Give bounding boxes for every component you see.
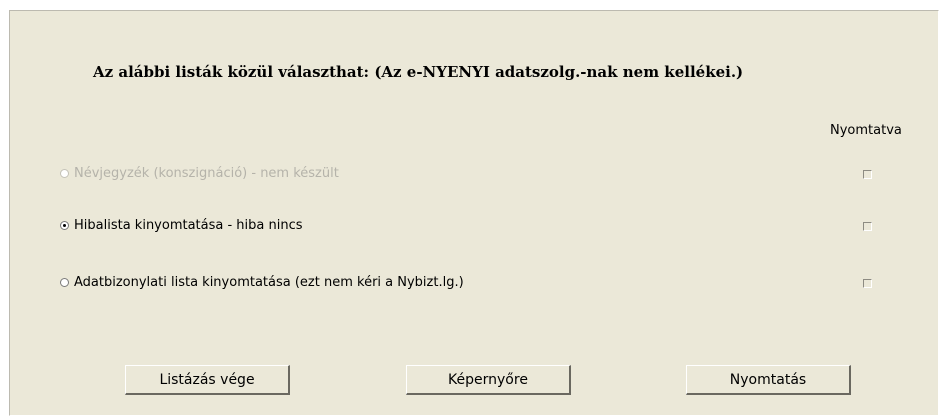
checkbox-printed-hibalista[interactable]: [863, 222, 872, 231]
option-nevjegyzek-label: Névjegyzék (konszignáció) - nem készült: [74, 165, 339, 181]
print-button[interactable]: Nyomtatás: [686, 365, 851, 395]
radio-adatbizonylati[interactable]: [60, 277, 69, 287]
radio-hibalista[interactable]: [60, 220, 69, 230]
option-adatbizonylati-label: Adatbizonylati lista kinyomtatása (ezt n…: [74, 274, 464, 290]
dialog-heading: Az alábbi listák közül választhat: (Az e…: [93, 63, 744, 81]
option-adatbizonylati[interactable]: Adatbizonylati lista kinyomtatása (ezt n…: [60, 273, 464, 291]
option-hibalista-label: Hibalista kinyomtatása - hiba nincs: [74, 217, 303, 233]
option-hibalista[interactable]: Hibalista kinyomtatása - hiba nincs: [60, 216, 303, 234]
checkbox-printed-nevjegyzek[interactable]: [863, 170, 872, 179]
end-listing-button[interactable]: Listázás vége: [125, 365, 290, 395]
radio-nevjegyzek: [60, 168, 69, 178]
checkbox-printed-adatbizonylati[interactable]: [863, 279, 872, 288]
to-screen-button[interactable]: Képernyőre: [406, 365, 571, 395]
option-nevjegyzek: Névjegyzék (konszignáció) - nem készült: [60, 164, 339, 182]
printed-column-header: Nyomtatva: [830, 123, 902, 138]
list-selection-dialog: Az alábbi listák közül választhat: (Az e…: [9, 10, 939, 416]
